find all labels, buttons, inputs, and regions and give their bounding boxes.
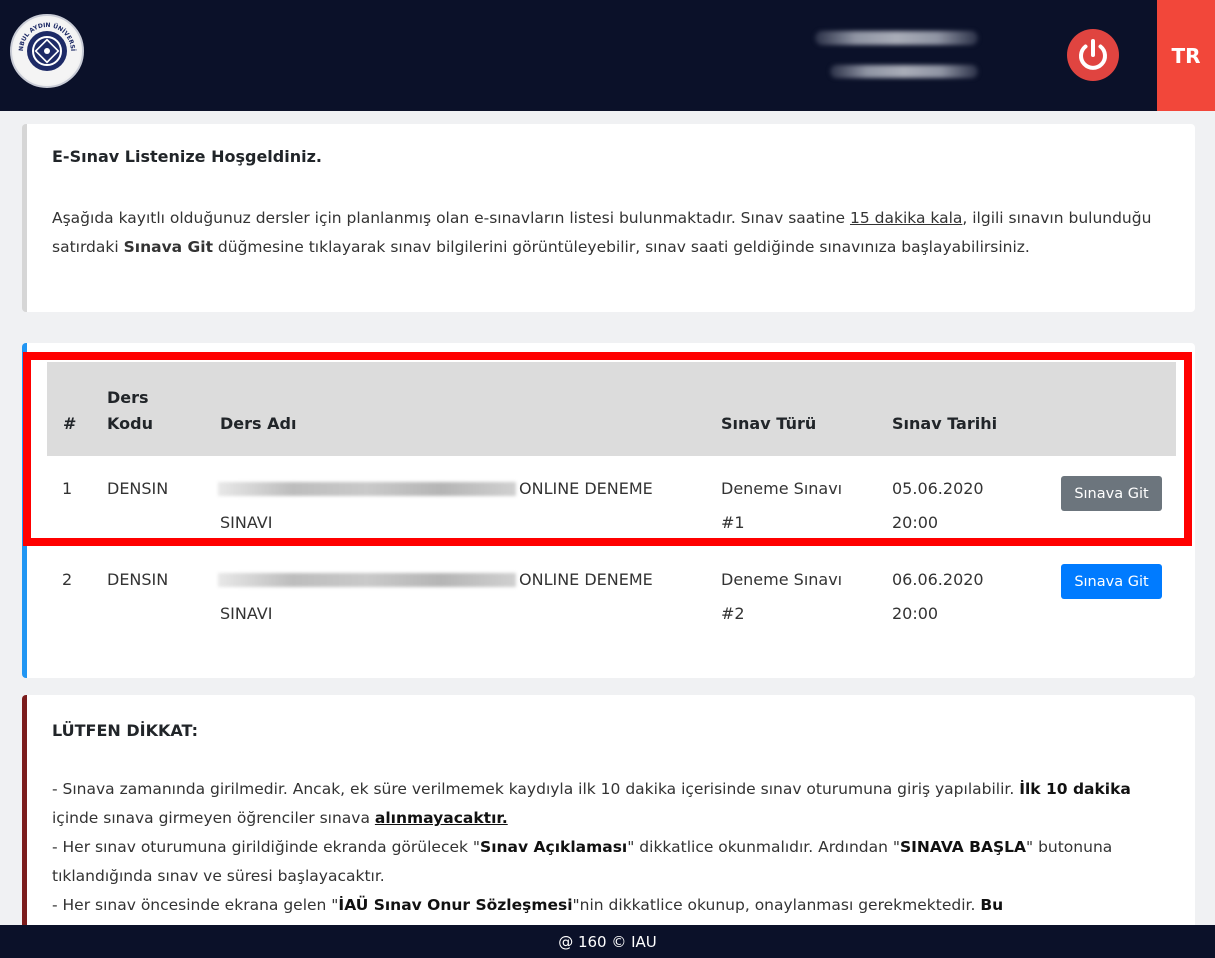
notice-bold: SINAVA BAŞLA (899, 838, 1027, 856)
notice-bold: İAÜ Sınav Onur Sözleşmesi (338, 896, 573, 914)
footer: @ 160 © IAU (0, 925, 1215, 958)
row-date-line1: 06.06.2020 (892, 570, 984, 589)
row-num: 1 (62, 479, 73, 498)
col-header-name: Ders Adı (220, 414, 297, 433)
welcome-card: E-Sınav Listenize Hoşgeldiniz. Aşağıda k… (22, 124, 1195, 312)
row-type-line2: #2 (721, 604, 745, 623)
top-navbar: İSTANBUL AYDIN ÜNİVERSİTESİ TR (0, 0, 1215, 111)
welcome-text-underline: 15 dakika kala (849, 209, 963, 227)
language-toggle[interactable]: TR (1157, 0, 1215, 111)
blurred-course-name (218, 573, 516, 587)
blurred-user-name (815, 31, 978, 45)
row-type-line1: Deneme Sınavı (721, 479, 843, 498)
power-icon (1079, 39, 1107, 70)
welcome-text: Aşağıda kayıtlı olduğunuz dersler için p… (52, 204, 1167, 262)
notice-text: - Her sınav öncesinde ekrana gelen " (52, 896, 339, 914)
row-date-line2: 20:00 (892, 604, 939, 623)
notice-line: - Sınava zamanında girilmedir. Ancak, ek… (52, 775, 1172, 833)
row-name-line1: ONLINE DENEME (519, 570, 653, 589)
go-to-exam-button[interactable]: Sınava Git (1061, 564, 1162, 599)
row-type-line1: Deneme Sınavı (721, 570, 843, 589)
notice-text: - Sınava zamanında girilmedir. Ancak, ek… (52, 780, 1020, 798)
notice-line: - Her sınav öncesinde ekrana gelen "İAÜ … (52, 891, 1172, 920)
col-header-type: Sınav Türü (721, 414, 817, 433)
notice-bold: Sınav Açıklaması (480, 838, 628, 856)
notice-text: " dikkatlice okunmalıdır. Ardından " (627, 838, 900, 856)
notice-body: - Sınava zamanında girilmedir. Ancak, ek… (52, 775, 1172, 920)
col-header-code-line2: Kodu (107, 414, 153, 433)
blurred-user-id (830, 65, 978, 78)
row-type-line2: #1 (721, 513, 745, 532)
notice-bold: Bu (980, 896, 1004, 914)
row-name-line2: SINAVI (220, 513, 273, 532)
attention-notice-card: LÜTFEN DİKKAT: - Sınava zamanında girilm… (22, 695, 1195, 935)
notice-text: - Her sınav oturumuna girildiğinde ekran… (52, 838, 481, 856)
row-date-line1: 05.06.2020 (892, 479, 984, 498)
notice-bold-underline: alınmayacaktır. (374, 809, 508, 827)
col-header-code-line1: Ders (107, 388, 149, 407)
row-date-line2: 20:00 (892, 513, 939, 532)
welcome-text-part: düğmesine tıklayarak sınav bilgilerini g… (212, 238, 1030, 256)
notice-title: LÜTFEN DİKKAT: (52, 721, 198, 740)
row-name-line1: ONLINE DENEME (519, 479, 653, 498)
welcome-text-part: Aşağıda kayıtlı olduğunuz dersler için p… (52, 209, 850, 227)
row-name-line2: SINAVI (220, 604, 273, 623)
go-to-exam-button[interactable]: Sınava Git (1061, 476, 1162, 511)
col-header-num: # (63, 414, 77, 433)
row-code: DENSIN (107, 479, 169, 498)
notice-text: "nin dikkatlice okunup, onaylanması gere… (572, 896, 981, 914)
welcome-text-bold: Sınava Git (123, 238, 213, 256)
notice-line: - Her sınav oturumuna girildiğinde ekran… (52, 833, 1172, 891)
exam-table-header: # Ders Kodu Ders Adı Sınav Türü Sınav Ta… (47, 362, 1176, 456)
welcome-title: E-Sınav Listenize Hoşgeldiniz. (52, 147, 322, 166)
col-header-date: Sınav Tarihi (892, 414, 998, 433)
row-num: 2 (62, 570, 73, 589)
logout-button[interactable] (1067, 29, 1119, 81)
notice-text: içinde sınava girmeyen öğrenciler sınava (52, 809, 375, 827)
blurred-course-name (218, 482, 516, 496)
university-logo[interactable]: İSTANBUL AYDIN ÜNİVERSİTESİ (10, 14, 84, 88)
notice-bold: İlk 10 dakika (1019, 780, 1131, 798)
row-code: DENSIN (107, 570, 169, 589)
